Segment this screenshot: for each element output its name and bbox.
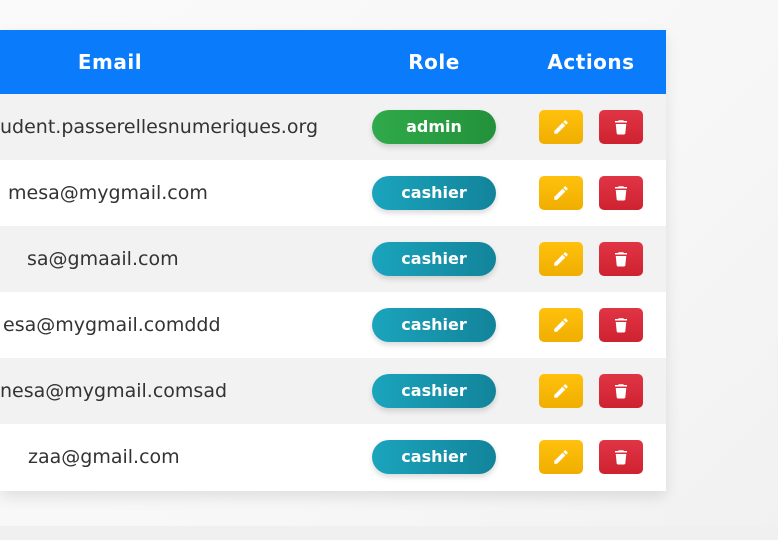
pencil-icon [554, 318, 568, 332]
pencil-icon [554, 252, 568, 266]
trash-icon [615, 252, 627, 267]
role-badge-cashier: cashier [372, 176, 496, 210]
delete-button[interactable] [599, 440, 643, 474]
role-badge-cashier: cashier [372, 308, 496, 342]
pencil-icon [554, 384, 568, 398]
delete-button[interactable] [599, 374, 643, 408]
edit-button[interactable] [539, 242, 583, 276]
trash-icon [615, 318, 627, 333]
delete-button[interactable] [599, 242, 643, 276]
pencil-icon [554, 450, 568, 464]
column-header-actions: Actions [547, 50, 635, 74]
table-row: zaa@gmail.com cashier [0, 424, 666, 490]
pencil-icon [554, 186, 568, 200]
edit-button[interactable] [539, 374, 583, 408]
column-header-role[interactable]: Role [372, 30, 496, 94]
role-badge-cashier: cashier [372, 440, 496, 474]
role-badge-admin: admin [372, 110, 496, 144]
email-cell: zaa@gmail.com [28, 446, 180, 468]
edit-button[interactable] [539, 110, 583, 144]
role-badge-cashier: cashier [372, 242, 496, 276]
email-cell: sa@gmaail.com [27, 248, 179, 270]
email-cell: nesa@mygmail.comsad [0, 380, 228, 402]
table-row: udent.passerellesnumeriques.org admin [0, 94, 666, 160]
edit-button[interactable] [539, 308, 583, 342]
email-cell: udent.passerellesnumeriques.org [0, 116, 319, 138]
email-cell: esa@mygmail.comddd [3, 314, 221, 336]
delete-button[interactable] [599, 176, 643, 210]
table-row: nesa@mygmail.comsad cashier [0, 358, 666, 424]
trash-icon [615, 120, 627, 135]
trash-icon [615, 384, 627, 399]
email-cell: mesa@mygmail.com [8, 182, 208, 204]
pencil-icon [554, 120, 568, 134]
delete-button[interactable] [599, 308, 643, 342]
column-header-email[interactable]: Email [0, 30, 220, 94]
table-header: Email Role Actions [0, 30, 666, 94]
delete-button[interactable] [599, 110, 643, 144]
page-footer-band [0, 526, 778, 540]
role-badge-cashier: cashier [372, 374, 496, 408]
trash-icon [615, 450, 627, 465]
users-table: Email Role Actions udent.passerellesnume… [0, 30, 666, 491]
table-row: mesa@mygmail.com cashier [0, 160, 666, 226]
table-row: sa@gmaail.com cashier [0, 226, 666, 292]
table-row: esa@mygmail.comddd cashier [0, 292, 666, 358]
edit-button[interactable] [539, 440, 583, 474]
trash-icon [615, 186, 627, 201]
edit-button[interactable] [539, 176, 583, 210]
